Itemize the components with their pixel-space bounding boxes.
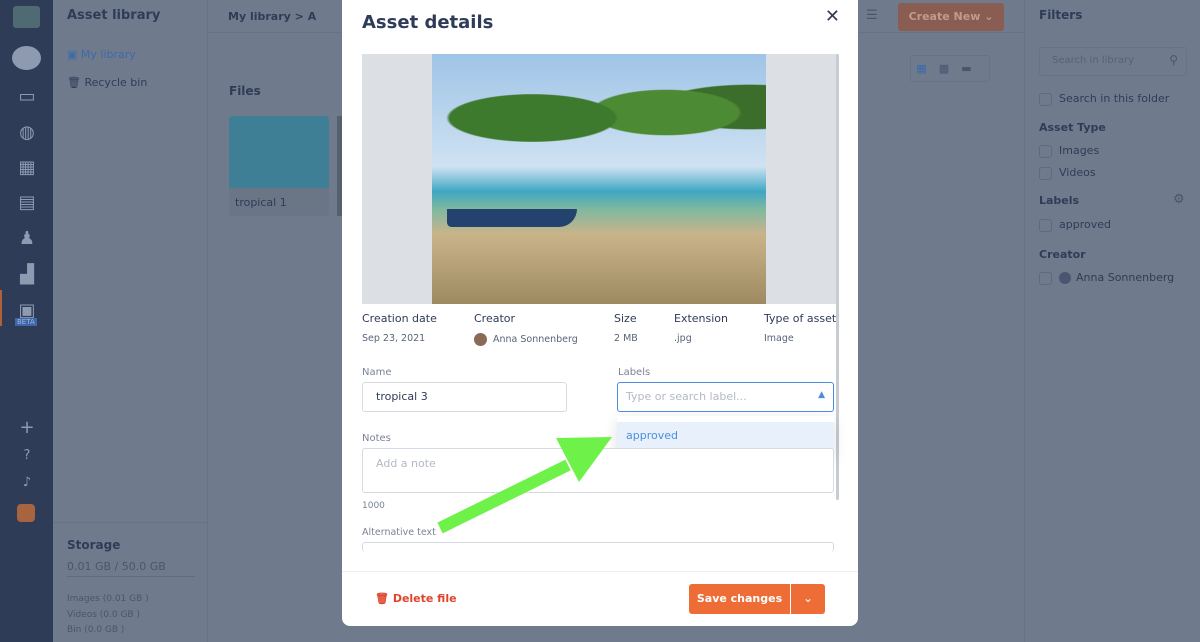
- arrow-shaft: [437, 459, 571, 534]
- arrow-head: [556, 437, 612, 482]
- annotation-arrow: [437, 437, 612, 534]
